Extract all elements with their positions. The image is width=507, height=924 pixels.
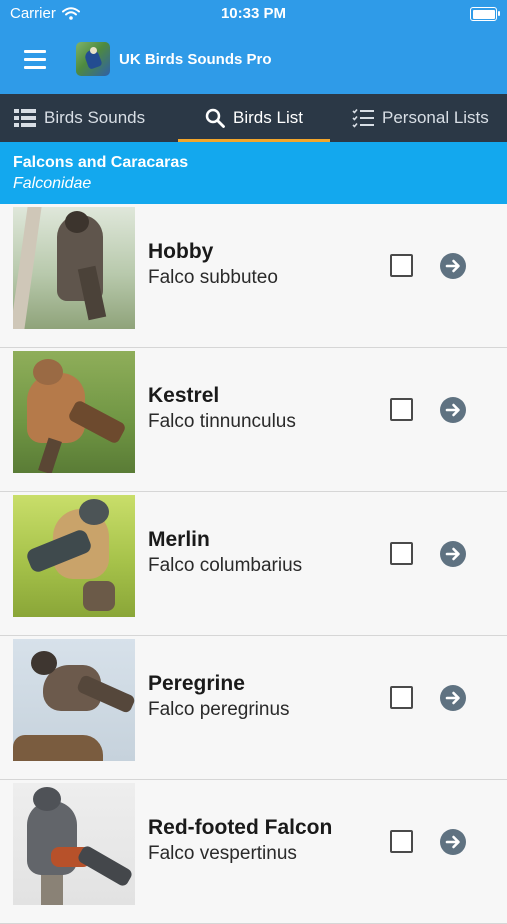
bird-common-name: Hobby xyxy=(148,240,214,263)
list-item[interactable]: Merlin Falco columbarius xyxy=(0,492,507,636)
tab-bar: Birds Sounds Birds List Personal Lists xyxy=(0,94,507,142)
bird-common-name: Merlin xyxy=(148,528,210,551)
bird-scientific-name: Falco peregrinus xyxy=(148,699,290,720)
bird-photo xyxy=(13,495,135,617)
bird-photo xyxy=(13,351,135,473)
bird-common-name: Red-footed Falcon xyxy=(148,816,333,839)
list-item[interactable]: Hobby Falco subbuteo xyxy=(0,204,507,348)
status-time: 10:33 PM xyxy=(220,5,287,22)
go-button[interactable] xyxy=(440,829,466,855)
select-checkbox[interactable] xyxy=(390,254,413,277)
tab-birds-list[interactable]: Birds List xyxy=(178,94,330,142)
arrow-right-icon xyxy=(445,835,460,849)
birds-list: Hobby Falco subbuteo Kestrel Falco tinnu… xyxy=(0,204,507,924)
bird-scientific-name: Falco subbuteo xyxy=(148,267,278,288)
bird-scientific-name: Falco columbarius xyxy=(148,555,303,576)
arrow-right-icon xyxy=(445,547,460,561)
family-latin-name: Falconidae xyxy=(13,175,92,192)
hamburger-menu-button[interactable] xyxy=(24,50,48,70)
app-bar: UK Birds Sounds Pro xyxy=(0,28,507,94)
select-checkbox[interactable] xyxy=(390,398,413,421)
bird-common-name: Kestrel xyxy=(148,384,220,407)
tab-personal-lists[interactable]: Personal Lists xyxy=(352,94,489,142)
search-icon xyxy=(205,108,225,128)
arrow-right-icon xyxy=(445,403,460,417)
list-item[interactable]: Red-footed Falcon Falco vespertinus xyxy=(0,780,507,924)
list-item[interactable]: Kestrel Falco tinnunculus xyxy=(0,348,507,492)
bird-photo xyxy=(13,639,135,761)
select-checkbox[interactable] xyxy=(390,830,413,853)
select-checkbox[interactable] xyxy=(390,542,413,565)
bird-scientific-name: Falco tinnunculus xyxy=(148,411,296,432)
bird-photo xyxy=(13,207,135,329)
select-checkbox[interactable] xyxy=(390,686,413,709)
battery-icon xyxy=(470,7,500,21)
arrow-right-icon xyxy=(445,691,460,705)
bird-common-name: Peregrine xyxy=(148,672,245,695)
tab-label: Personal Lists xyxy=(382,108,489,127)
bird-photo xyxy=(13,783,135,905)
tab-birds-sounds[interactable]: Birds Sounds xyxy=(14,94,145,142)
app-title: UK Birds Sounds Pro xyxy=(119,51,272,68)
list-icon xyxy=(14,109,36,127)
family-header: Falcons and Caracaras Falconidae xyxy=(0,142,507,204)
list-item[interactable]: Peregrine Falco peregrinus xyxy=(0,636,507,780)
bird-scientific-name: Falco vespertinus xyxy=(148,843,297,864)
status-bar: Carrier 10:33 PM xyxy=(0,0,507,28)
go-button[interactable] xyxy=(440,397,466,423)
arrow-right-icon xyxy=(445,259,460,273)
family-name: Falcons and Caracaras xyxy=(13,154,189,171)
tab-label: Birds Sounds xyxy=(44,108,146,127)
checklist-icon xyxy=(352,108,374,128)
go-button[interactable] xyxy=(440,541,466,567)
go-button[interactable] xyxy=(440,685,466,711)
go-button[interactable] xyxy=(440,253,466,279)
app-logo xyxy=(76,42,110,76)
tab-label: Birds List xyxy=(233,108,303,127)
